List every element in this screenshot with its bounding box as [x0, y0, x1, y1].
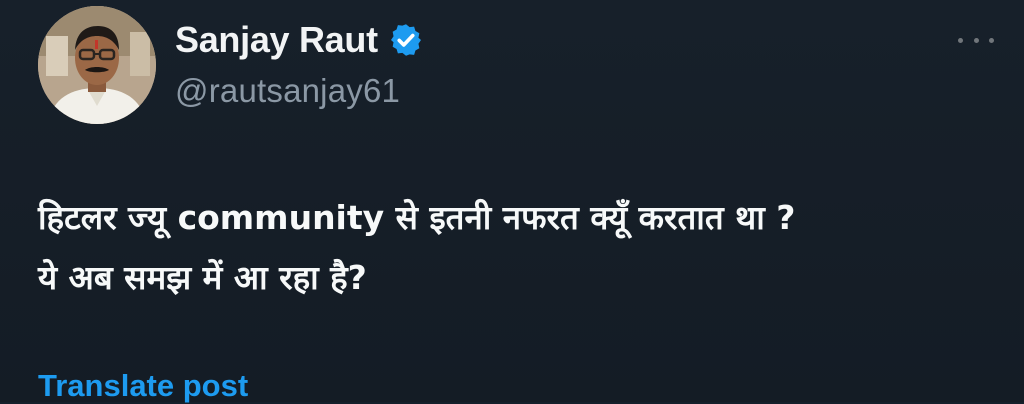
post-card: Sanjay Raut @rautsanjay61 हिटलर ज्यू com… [0, 0, 1024, 404]
post-text-line-1: हिटलर ज्यू community से इतनी नफरत क्यूँ … [38, 198, 796, 237]
verified-badge-icon [390, 24, 421, 56]
dot [958, 37, 963, 43]
dot [973, 37, 979, 43]
more-options-icon[interactable] [958, 34, 994, 46]
dot [989, 37, 994, 43]
post-text: हिटलर ज्यू community से इतनी नफरत क्यूँ … [38, 188, 998, 308]
name-row: Sanjay Raut [175, 16, 424, 64]
profile-photo [38, 6, 156, 124]
translate-post-link[interactable]: Translate post [38, 368, 248, 404]
post-text-line-2: ये अब समझ में आ रहा है? [38, 258, 367, 297]
author-display-name[interactable]: Sanjay Raut [175, 19, 378, 61]
author-handle[interactable]: @rautsanjay61 [175, 72, 424, 110]
author-avatar[interactable] [38, 6, 156, 124]
author-info: Sanjay Raut @rautsanjay61 [175, 16, 424, 110]
